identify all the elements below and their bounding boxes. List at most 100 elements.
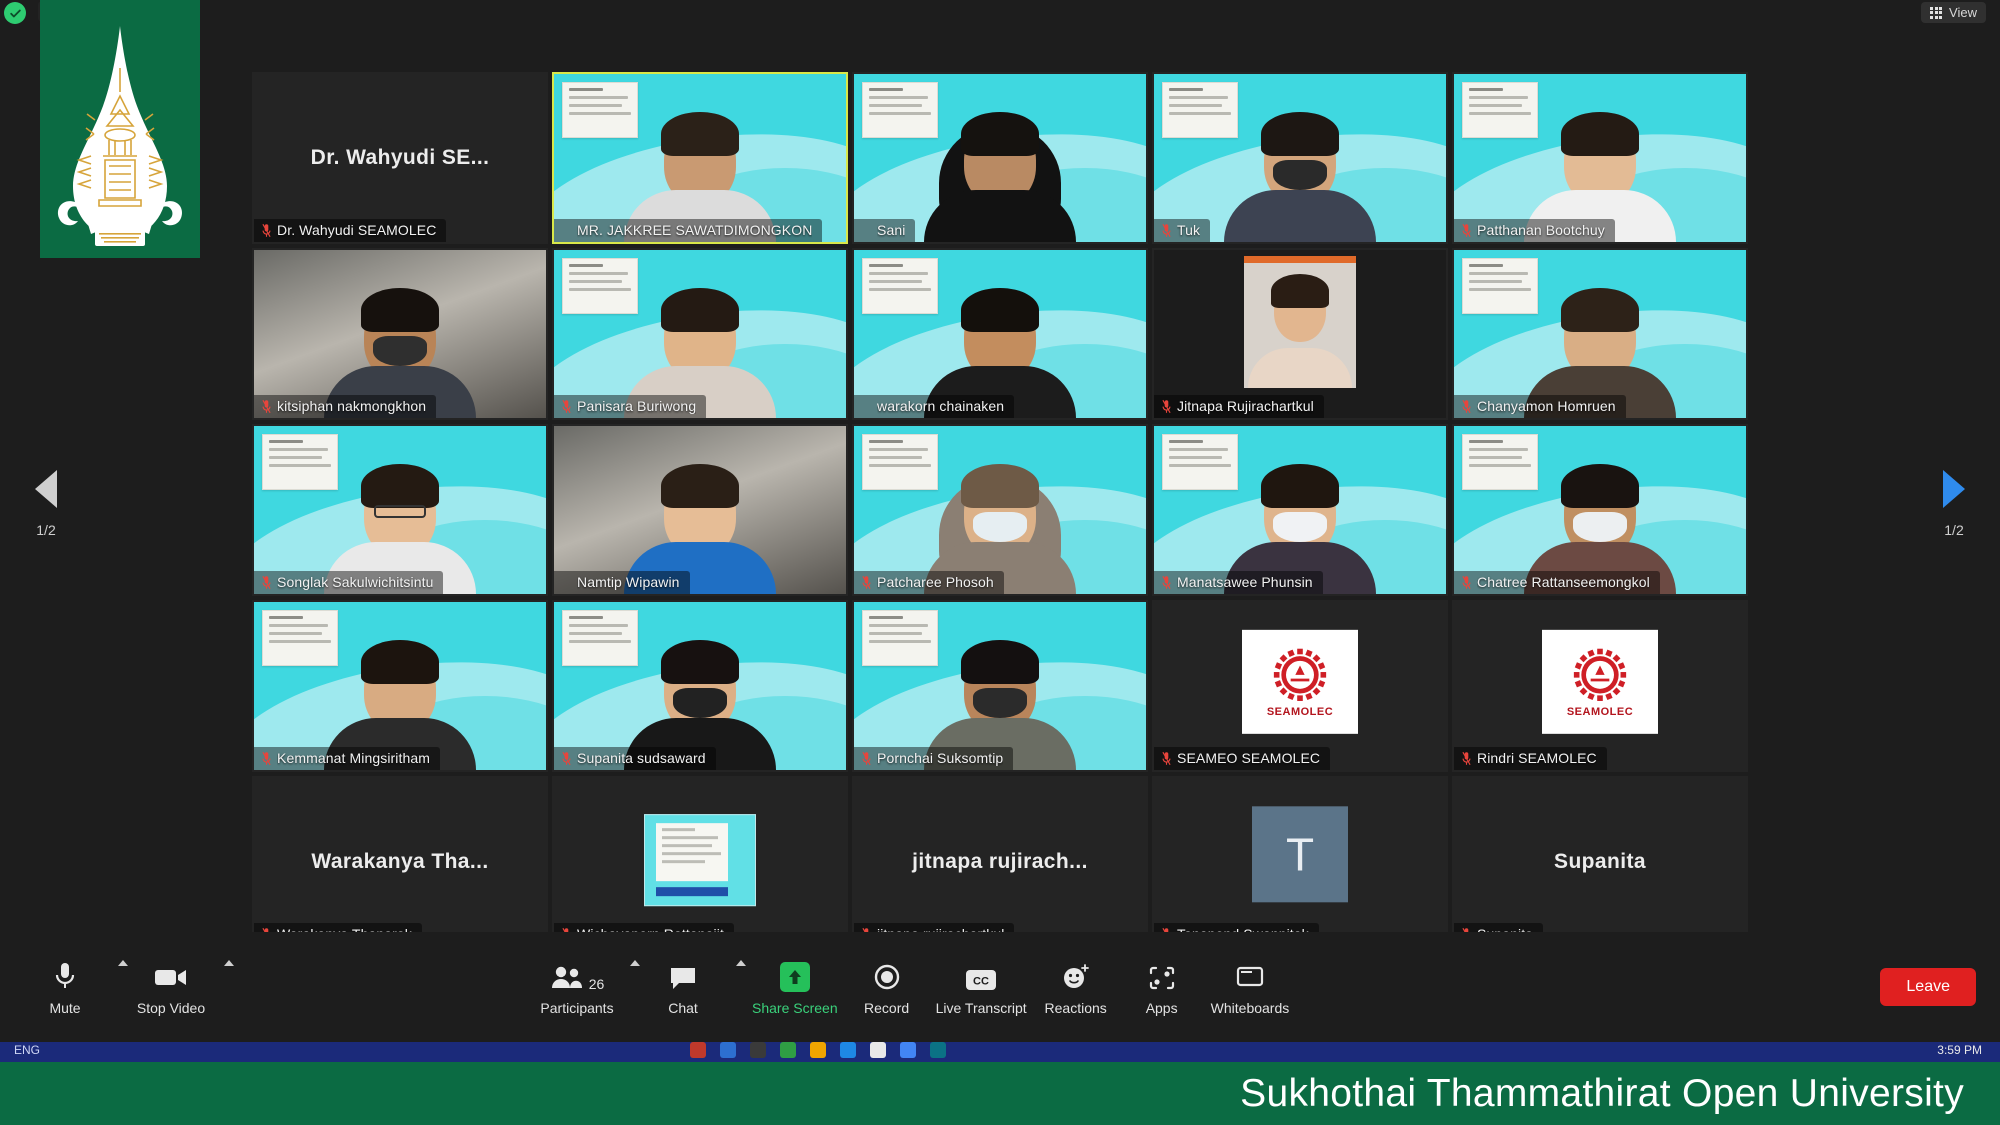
participant-tile[interactable]: SupanitaSupanita xyxy=(1452,776,1748,948)
participant-name-strip: warakorn chainaken xyxy=(854,395,1015,418)
participant-tile[interactable]: warakorn chainaken xyxy=(852,248,1148,420)
muted-microphone-icon xyxy=(862,751,871,765)
participant-tile[interactable]: Patcharee Phosoh xyxy=(852,424,1148,596)
toolbar-button-label: Chat xyxy=(668,1000,698,1016)
participant-tile[interactable]: Jitnapa Rujirachartkul xyxy=(1152,248,1448,420)
participant-name-label: warakorn chainaken xyxy=(877,398,1005,414)
university-name: Sukhothai Thammathirat Open University xyxy=(1240,1071,1964,1115)
participant-name-strip: Supanita sudsaward xyxy=(554,747,716,770)
taskbar-clock: 3:59 PM xyxy=(1937,1043,1982,1057)
gallery-row: Dr. Wahyudi SE... Dr. Wahyudi SEAMOLEC MR.… xyxy=(252,72,1748,244)
background-book-icon xyxy=(1380,184,1432,228)
participant-display-name: Warakanya Tha... xyxy=(311,850,489,873)
toolbar-button-label: Participants xyxy=(540,1000,614,1016)
participant-name-strip: Patthanan Bootchuy xyxy=(1454,219,1615,242)
participant-display-name: jitnapa rujirach... xyxy=(912,850,1088,873)
participant-name-label: Dr. Wahyudi SEAMOLEC xyxy=(277,222,437,238)
participant-tile[interactable]: Sani xyxy=(852,72,1148,244)
toolbar-button-label: Record xyxy=(864,1000,910,1016)
gallery-row: Songlak Sakulwichitsintu Namtip Wipawin Pa… xyxy=(252,424,1748,596)
gallery-row: Warakanya Tha...Warakanya ThanarakWichay… xyxy=(252,776,1748,948)
toolbar-button-apps[interactable]: Apps xyxy=(1119,950,1205,1024)
toolbar-button-label: Live Transcript xyxy=(935,1000,1027,1016)
muted-microphone-icon xyxy=(1162,575,1171,589)
previous-page-button[interactable]: 1/2 xyxy=(16,470,76,538)
participant-tile[interactable]: TTanapond Swanpitak xyxy=(1152,776,1448,948)
participant-tile[interactable]: Chanyamon Homruen xyxy=(1452,248,1748,420)
muted-microphone-icon xyxy=(562,751,571,765)
toolbar-button-participants[interactable]: 26 Participants xyxy=(534,950,620,1024)
muted-microphone-icon xyxy=(1162,223,1171,237)
participant-tile[interactable]: Dr. Wahyudi SE... Dr. Wahyudi SEAMOLEC xyxy=(252,72,548,244)
previous-page-arrow-icon xyxy=(35,470,57,508)
toolbar-button-live-transcript[interactable]: CC Live Transcript xyxy=(930,950,1033,1024)
participant-tile[interactable]: Wichayaporn Rattanajit xyxy=(552,776,848,948)
participant-gallery: Dr. Wahyudi SE... Dr. Wahyudi SEAMOLEC MR.… xyxy=(252,72,1748,948)
participant-name-label: Chanyamon Homruen xyxy=(1477,398,1616,414)
participant-tile[interactable]: Songlak Sakulwichitsintu xyxy=(252,424,548,596)
participant-name-strip: Rindri SEAMOLEC xyxy=(1454,747,1607,770)
participant-tile[interactable]: jitnapa rujirach...jitnapa rujirachartku… xyxy=(852,776,1148,948)
participant-tile[interactable]: Warakanya Tha...Warakanya Thanarak xyxy=(252,776,548,948)
participant-tile[interactable]: MR. JAKKREE SAWATDIMONGKON xyxy=(552,72,848,244)
participant-display-name: Supanita xyxy=(1554,850,1646,873)
participant-video-thumb xyxy=(1244,256,1356,388)
participant-name-strip: Chanyamon Homruen xyxy=(1454,395,1626,418)
shared-document-thumbnail xyxy=(644,814,756,907)
video-camera-icon xyxy=(153,958,189,992)
toolbar-control-group: Share Screen xyxy=(746,950,844,1024)
toolbar-control-group: Chat xyxy=(640,950,746,1024)
participant-tile[interactable]: SEAMOLEC SEAMEO SEAMOLEC xyxy=(1152,600,1448,772)
meeting-controls-toolbar: Mute Stop Video 26 Participants Chat Share Sc… xyxy=(0,932,2000,1042)
gallery-row: Kemmanat Mingsiritham Supanita sudsaward P… xyxy=(252,600,1748,772)
apps-icon xyxy=(1147,958,1177,992)
toolbar-button-chat[interactable]: Chat xyxy=(640,950,726,1024)
participant-tile[interactable]: Supanita sudsaward xyxy=(552,600,848,772)
toolbar-button-mute[interactable]: Mute xyxy=(22,950,108,1024)
toolbar-button-reactions[interactable]: Reactions xyxy=(1033,950,1119,1024)
participant-name-strip: Manatsawee Phunsin xyxy=(1154,571,1323,594)
participant-tile[interactable]: Tuk xyxy=(1152,72,1448,244)
participant-name-label: Songlak Sakulwichitsintu xyxy=(277,574,434,590)
participant-name-strip: Pornchai Suksomtip xyxy=(854,747,1014,770)
chat-bubble-icon xyxy=(668,958,698,992)
participant-name-label: Rindri SEAMOLEC xyxy=(1477,750,1597,766)
participant-name-label: Kemmanat Mingsiritham xyxy=(277,750,431,766)
toolbar-button-whiteboards[interactable]: Whiteboards xyxy=(1205,950,1296,1024)
participant-tile[interactable]: Patthanan Bootchuy xyxy=(1452,72,1748,244)
participant-tile[interactable]: Manatsawee Phunsin xyxy=(1152,424,1448,596)
chevron-up-icon[interactable] xyxy=(630,960,640,966)
gallery-row: kitsiphan nakmongkhon Panisara Buriwong wa… xyxy=(252,248,1748,420)
view-button[interactable]: View xyxy=(1921,2,1986,23)
meeting-top-bar: Recording View xyxy=(0,0,2000,28)
background-book-icon xyxy=(1080,360,1132,404)
zoom-meeting-window: Recording View xyxy=(0,0,2000,1125)
next-page-button[interactable]: 1/2 xyxy=(1924,470,1984,538)
chevron-up-icon[interactable] xyxy=(224,960,234,966)
taskbar-app-icons[interactable] xyxy=(690,1042,946,1058)
participant-name-label: Panisara Buriwong xyxy=(577,398,697,414)
participant-tile[interactable]: Pornchai Suksomtip xyxy=(852,600,1148,772)
participant-name-strip: Patcharee Phosoh xyxy=(854,571,1004,594)
participant-tile[interactable]: kitsiphan nakmongkhon xyxy=(252,248,548,420)
toolbar-button-stop-video[interactable]: Stop Video xyxy=(128,950,214,1024)
windows-taskbar: ENG 3:59 PM xyxy=(0,1040,2000,1062)
chevron-up-icon[interactable] xyxy=(736,960,746,966)
toolbar-button-label: Mute xyxy=(49,1000,81,1016)
toolbar-button-record[interactable]: Record xyxy=(844,950,930,1024)
university-footer-banner: Sukhothai Thammathirat Open University xyxy=(0,1062,2000,1125)
background-book-icon xyxy=(1080,184,1132,228)
participant-name-strip: MR. JAKKREE SAWATDIMONGKON xyxy=(554,219,823,242)
participant-name-strip: Tuk xyxy=(1154,219,1211,242)
leave-button[interactable]: Leave xyxy=(1880,968,1976,1006)
chevron-up-icon[interactable] xyxy=(118,960,128,966)
participant-tile[interactable]: Chatree Rattanseemongkol xyxy=(1452,424,1748,596)
participant-tile[interactable]: Panisara Buriwong xyxy=(552,248,848,420)
toolbar-button-share-screen[interactable]: Share Screen xyxy=(746,950,844,1024)
participant-tile[interactable]: Kemmanat Mingsiritham xyxy=(252,600,548,772)
participant-tile[interactable]: Namtip Wipawin xyxy=(552,424,848,596)
participant-tile[interactable]: SEAMOLEC Rindri SEAMOLEC xyxy=(1452,600,1748,772)
toolbar-button-label: Whiteboards xyxy=(1210,1000,1290,1016)
toolbar-button-label: Apps xyxy=(1145,1000,1178,1016)
closed-caption-icon: CC xyxy=(964,958,998,992)
